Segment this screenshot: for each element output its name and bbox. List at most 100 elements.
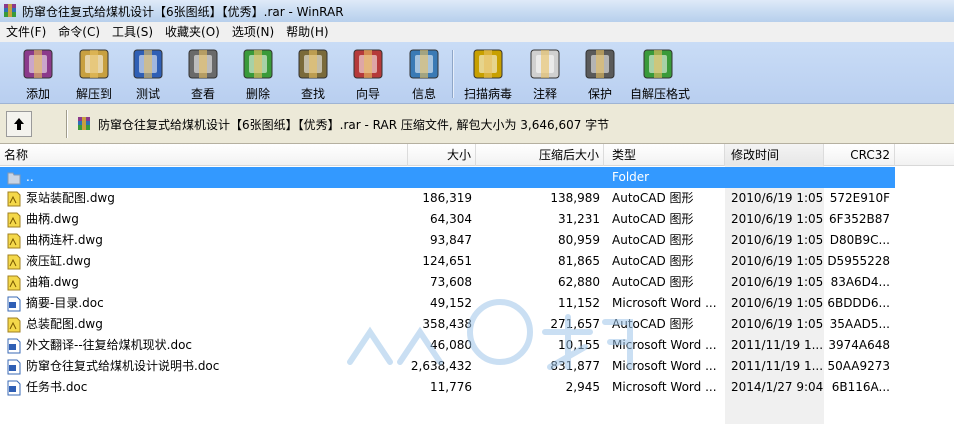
column-header-type[interactable]: 类型 (604, 144, 725, 166)
cell-modified: 2010/6/19 1:05 (731, 296, 823, 310)
wizard-icon (353, 49, 383, 79)
cell-name: 外文翻译--往复给煤机现状.doc (26, 338, 193, 352)
cell-size: 46,080 (430, 338, 472, 352)
cell-modified: 2014/1/27 9:04 (731, 380, 823, 394)
cell-crc: 6BDDD6... (827, 296, 890, 310)
column-header-packed[interactable]: 压缩后大小 (476, 144, 604, 166)
cell-crc: 6F352B87 (829, 212, 890, 226)
cell-modified: 2010/6/19 1:05 (731, 254, 823, 268)
file-row[interactable]: 防窜仓往复式给煤机设计说明书.doc 2,638,432 831,877 Micros… (0, 356, 954, 377)
toolbar-button-label: 查找 (300, 87, 325, 101)
cell-packed (476, 167, 600, 188)
cell-crc: D80B9C... (829, 233, 890, 247)
menu-item-0[interactable]: 文件(F) (0, 22, 52, 42)
toolbar-button-2[interactable]: 测试 (120, 44, 176, 102)
cell-type: AutoCAD 图形 (612, 254, 694, 268)
file-list[interactable]: 名称 大小 压缩后大小 类型 修改时间 CRC32 .. Folder 泵站装配图.… (0, 144, 954, 424)
dwg-file-icon (7, 212, 21, 228)
cell-type: AutoCAD 图形 (612, 233, 694, 247)
up-arrow-icon (14, 118, 24, 130)
cell-type: Microsoft Word ... (612, 296, 717, 310)
toolbar-button-label: 添加 (25, 87, 50, 101)
file-row[interactable]: 外文翻译--往复给煤机现状.doc 46,080 10,155 Microsoft W… (0, 335, 954, 356)
test-icon (133, 49, 163, 79)
cell-packed: 2,945 (565, 380, 600, 394)
sfx-icon (643, 49, 673, 79)
column-header-size[interactable]: 大小 (408, 144, 476, 166)
file-row[interactable]: 油箱.dwg 73,608 62,880 AutoCAD 图形 2010/6/19 1:… (0, 272, 954, 293)
file-row[interactable]: 任务书.doc 11,776 2,945 Microsoft Word ... 2014… (0, 377, 954, 398)
cell-crc: 572E910F (829, 191, 890, 205)
toolbar-button-10[interactable]: 保护 (572, 44, 628, 102)
toolbar-button-0[interactable]: 添加 (10, 44, 66, 102)
toolbar-button-9[interactable]: 注释 (517, 44, 573, 102)
toolbar-button-label: 查看 (190, 87, 215, 101)
doc-file-icon (7, 359, 21, 375)
toolbar-button-8[interactable]: 扫描病毒 (460, 44, 516, 102)
file-row[interactable]: 泵站装配图.dwg 186,319 138,989 AutoCAD 图形 2010/6/… (0, 188, 954, 209)
cell-type: AutoCAD 图形 (612, 275, 694, 289)
file-row[interactable]: .. Folder (0, 167, 895, 188)
comment-icon (530, 49, 560, 79)
cell-name: 总装配图.dwg (26, 317, 103, 331)
file-row[interactable]: 液压缸.dwg 124,651 81,865 AutoCAD 图形 2010/6/19 … (0, 251, 954, 272)
up-folder-button[interactable] (6, 111, 32, 137)
toolbar-button-label: 自解压格式 (630, 87, 691, 101)
cell-packed: 80,959 (558, 233, 600, 247)
file-row[interactable]: 曲柄连杆.dwg 93,847 80,959 AutoCAD 图形 2010/6/19 … (0, 230, 954, 251)
menu-item-5[interactable]: 帮助(H) (280, 22, 334, 42)
toolbar-button-label: 测试 (135, 87, 160, 101)
cell-crc: 6B116A... (831, 380, 890, 394)
toolbar-separator (452, 50, 454, 98)
toolbar-button-3[interactable]: 查看 (175, 44, 231, 102)
cell-modified (731, 167, 823, 188)
column-header-crc[interactable]: CRC32 (824, 144, 895, 166)
cell-name: 油箱.dwg (26, 275, 79, 289)
cell-name: 曲柄连杆.dwg (26, 233, 103, 247)
cell-size: 186,319 (422, 191, 472, 205)
archive-info-text: 防窜仓往复式给煤机设计【6张图纸】【优秀】.rar - RAR 压缩文件, 解包… (98, 117, 610, 132)
cell-type: AutoCAD 图形 (612, 191, 694, 205)
toolbar-button-5[interactable]: 查找 (285, 44, 341, 102)
cell-size: 358,438 (422, 317, 472, 331)
file-row[interactable]: 总装配图.dwg 358,438 271,657 AutoCAD 图形 2010/6/1… (0, 314, 954, 335)
toolbar: 添加 解压到 测试 查看 删除 查找 向导 信息 扫描病毒 注释 保护 自解压格式 (0, 42, 954, 104)
cell-modified: 2010/6/19 1:05 (731, 212, 823, 226)
cell-size: 64,304 (430, 212, 472, 226)
dwg-file-icon (7, 191, 21, 207)
toolbar-button-7[interactable]: 信息 (396, 44, 452, 102)
cell-name: 摘要-目录.doc (26, 296, 104, 310)
menu-item-4[interactable]: 选项(N) (226, 22, 280, 42)
menu-item-1[interactable]: 命令(C) (52, 22, 106, 42)
cell-type: AutoCAD 图形 (612, 317, 694, 331)
file-row[interactable]: 曲柄.dwg 64,304 31,231 AutoCAD 图形 2010/6/19 1:… (0, 209, 954, 230)
doc-file-icon (7, 338, 21, 354)
view-icon (188, 49, 218, 79)
column-header-modified[interactable]: 修改时间 (725, 144, 824, 166)
cell-type: AutoCAD 图形 (612, 212, 694, 226)
doc-file-icon (7, 296, 21, 312)
virus-scan-icon (473, 49, 503, 79)
toolbar-button-label: 注释 (532, 87, 557, 101)
toolbar-button-4[interactable]: 删除 (230, 44, 286, 102)
file-row[interactable]: 摘要-目录.doc 49,152 11,152 Microsoft Word ... 2… (0, 293, 954, 314)
toolbar-button-11[interactable]: 自解压格式 (630, 44, 691, 102)
cell-packed: 31,231 (558, 212, 600, 226)
title-bar[interactable]: 防窜仓往复式给煤机设计【6张图纸】【优秀】.rar - WinRAR (0, 0, 954, 22)
toolbar-button-label: 删除 (245, 87, 270, 101)
menu-item-3[interactable]: 收藏夹(O) (159, 22, 226, 42)
toolbar-button-1[interactable]: 解压到 (66, 44, 122, 102)
cell-crc: 83A6D4... (830, 275, 890, 289)
cell-size: 93,847 (430, 233, 472, 247)
archive-path: 防窜仓往复式给煤机设计【6张图纸】【优秀】.rar - RAR 压缩文件, 解包… (76, 115, 609, 133)
cell-modified: 2010/6/19 1:05 (731, 317, 823, 331)
menu-item-2[interactable]: 工具(S) (106, 22, 159, 42)
column-header-name[interactable]: 名称 (0, 144, 408, 166)
doc-file-icon (7, 380, 21, 396)
cell-packed: 10,155 (558, 338, 600, 352)
toolbar-button-6[interactable]: 向导 (340, 44, 396, 102)
cell-size: 2,638,432 (410, 359, 472, 373)
dwg-file-icon (7, 275, 21, 291)
cell-crc: D5955228 (827, 254, 890, 268)
cell-packed: 81,865 (558, 254, 600, 268)
